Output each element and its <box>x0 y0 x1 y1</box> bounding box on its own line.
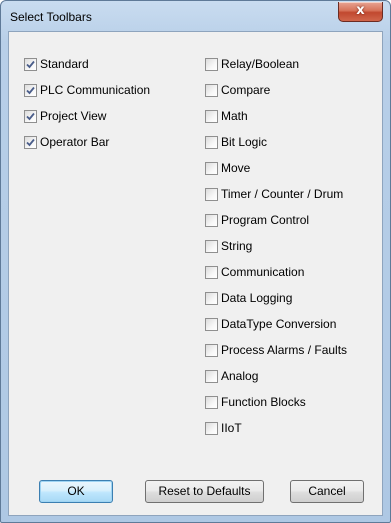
checkbox-label: Communication <box>221 265 305 279</box>
checkbox-label: Program Control <box>221 213 310 227</box>
checkbox-unchecked-icon[interactable] <box>205 422 218 435</box>
checkbox-checked-icon[interactable] <box>24 136 37 149</box>
cancel-button[interactable]: Cancel <box>290 480 364 503</box>
reset-to-defaults-button[interactable]: Reset to Defaults <box>145 480 264 503</box>
checkbox-unchecked-icon[interactable] <box>205 84 218 97</box>
checkbox-unchecked-icon[interactable] <box>205 162 218 175</box>
checkbox-label: String <box>221 239 253 253</box>
checkbox-unchecked-icon[interactable] <box>205 58 218 71</box>
checkbox-unchecked-icon[interactable] <box>205 318 218 331</box>
checkbox-checked-icon[interactable] <box>24 84 37 97</box>
ok-button[interactable]: OK <box>39 480 113 503</box>
checkbox-label: PLC Communication <box>40 83 151 97</box>
checkbox-checked-icon[interactable] <box>24 110 37 123</box>
checkbox-label: Function Blocks <box>221 395 306 409</box>
dialog-client-area: Standard PLC Communication Project View Ope… <box>8 31 383 516</box>
checkbox-unchecked-icon[interactable] <box>205 136 218 149</box>
checkbox-unchecked-icon[interactable] <box>205 370 218 383</box>
close-icon: x <box>356 3 365 18</box>
checkbox-label: Bit Logic <box>221 135 268 149</box>
dialog-title: Select Toolbars <box>10 10 92 24</box>
checkbox-label: Project View <box>40 109 107 123</box>
close-button[interactable]: x <box>338 2 383 22</box>
checkbox-label: DataType Conversion <box>221 317 337 331</box>
select-toolbars-dialog: Select Toolbars x Standard PLC Communicat… <box>0 0 391 523</box>
checkbox-label: Relay/Boolean <box>221 57 300 71</box>
checkbox-label: Operator Bar <box>40 135 110 149</box>
checkbox-label: Math <box>221 109 248 123</box>
checkbox-unchecked-icon[interactable] <box>205 344 218 357</box>
checkbox-unchecked-icon[interactable] <box>205 396 218 409</box>
title-bar[interactable]: Select Toolbars x <box>1 1 390 31</box>
checkbox-label: Timer / Counter / Drum <box>221 187 344 201</box>
checkbox-label: Data Logging <box>221 291 293 305</box>
checkbox-unchecked-icon[interactable] <box>205 240 218 253</box>
checkbox-checked-icon[interactable] <box>24 58 37 71</box>
checkbox-label: Standard <box>40 57 89 71</box>
checkbox-unchecked-icon[interactable] <box>205 110 218 123</box>
checkbox-label: IIoT <box>221 421 242 435</box>
checkbox-label: Process Alarms / Faults <box>221 343 348 357</box>
checkbox-label: Analog <box>221 369 259 383</box>
checkbox-unchecked-icon[interactable] <box>205 292 218 305</box>
checkbox-label: Compare <box>221 83 271 97</box>
checkbox-label: Move <box>221 161 251 175</box>
checkbox-unchecked-icon[interactable] <box>205 188 218 201</box>
checkbox-unchecked-icon[interactable] <box>205 266 218 279</box>
checkbox-unchecked-icon[interactable] <box>205 214 218 227</box>
